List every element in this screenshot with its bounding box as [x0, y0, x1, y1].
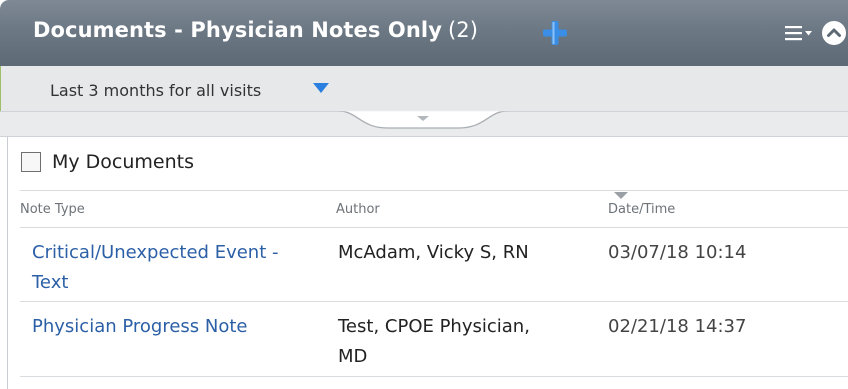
filter-bar: Last 3 months for all visits: [0, 66, 848, 111]
datetime-cell: 03/07/18 10:14: [608, 242, 747, 263]
my-documents-checkbox[interactable]: [21, 152, 41, 172]
documents-table: Note Type Author Date/Time Critical/Unex…: [20, 190, 848, 377]
collapse-up-icon[interactable]: [822, 21, 846, 45]
column-header-author[interactable]: Author: [336, 202, 380, 217]
datetime-cell: 02/21/18 14:37: [608, 316, 747, 337]
panel-header: Documents - Physician Notes Only (2): [0, 0, 848, 66]
caret-down-icon[interactable]: [312, 82, 330, 94]
panel-left-border: [7, 137, 8, 389]
table-header: Note Type Author Date/Time: [20, 190, 848, 228]
note-type-line: Physician Progress Note: [32, 316, 248, 337]
document-count: (2): [448, 18, 479, 42]
author-line: MD: [338, 346, 368, 367]
table-row[interactable]: Physician Progress Note Test, CPOE Physi…: [20, 302, 848, 377]
author-cell: McAdam, Vicky S, RN: [338, 238, 598, 268]
my-documents-label[interactable]: My Documents: [52, 151, 194, 173]
note-type-link[interactable]: Physician Progress Note: [32, 312, 332, 342]
drawer-toggle-icon[interactable]: [338, 110, 508, 130]
note-type-link[interactable]: Critical/Unexpected Event - Text: [32, 238, 332, 298]
author-cell: Test, CPOE Physician, MD: [338, 312, 598, 372]
note-type-line: Critical/Unexpected Event -: [32, 242, 279, 263]
note-type-line: Text: [32, 272, 69, 293]
table-row[interactable]: Critical/Unexpected Event - Text McAdam,…: [20, 228, 848, 302]
author-line: McAdam, Vicky S, RN: [338, 242, 529, 263]
date-range-filter[interactable]: Last 3 months for all visits: [50, 81, 261, 100]
author-line: Test, CPOE Physician,: [338, 316, 530, 337]
menu-dropdown-icon[interactable]: [785, 24, 815, 42]
sort-desc-icon[interactable]: [614, 191, 628, 200]
panel-title-text: Documents - Physician Notes Only: [33, 18, 442, 42]
column-header-note-type[interactable]: Note Type: [20, 202, 85, 217]
plus-icon[interactable]: [542, 20, 568, 46]
column-header-date-time[interactable]: Date/Time: [608, 202, 675, 217]
panel-title: Documents - Physician Notes Only (2): [33, 18, 478, 42]
